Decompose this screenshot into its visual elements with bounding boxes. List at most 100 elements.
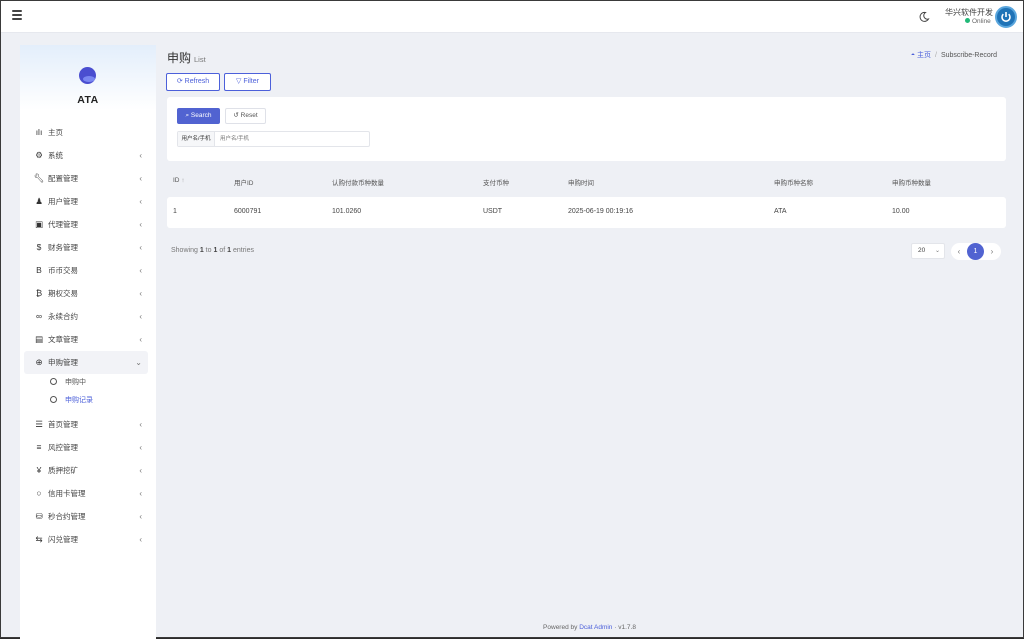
page-title: 申购 List — [167, 49, 206, 66]
sidebar-item-subscribe[interactable]: ⊕ 申购管理 ⌄ — [24, 351, 148, 374]
dollar-icon: $ — [36, 242, 42, 252]
user-name[interactable]: 华兴软件开发 — [945, 7, 993, 18]
sidebar-item-label: 申购管理 — [48, 358, 78, 367]
sidebar-item-label: 风控管理 — [48, 443, 78, 452]
pagination-from: 1 — [199, 247, 204, 254]
sidebar-item-options[interactable]: ₿ 期权交易 ‹ — [20, 282, 156, 305]
per-page-value: 20 — [918, 247, 926, 254]
link-icon: ∞ — [35, 311, 43, 321]
sidebar-item-perpetual[interactable]: ∞ 永续合约 ‹ — [20, 305, 156, 328]
pagination-of-word: of — [219, 247, 226, 254]
chevron-left-icon: ‹ — [139, 335, 142, 344]
align-icon: ≡ — [36, 442, 42, 452]
top-navbar: 华兴软件开发 Online — [1, 1, 1023, 33]
avatar[interactable] — [995, 6, 1017, 28]
cell-user-id: 6000791 — [234, 208, 262, 215]
sidebar-item-staking[interactable]: ¥ 质押挖矿 ‹ — [20, 459, 156, 482]
username-filter-input[interactable] — [220, 132, 360, 146]
pagination-to: 1 — [213, 247, 218, 254]
bolt-icon: ⇆ — [35, 534, 43, 544]
sidebar-item-config[interactable]: 🔧︎ 配置管理 ‹ — [20, 167, 156, 190]
sidebar-item-agents[interactable]: ▣ 代理管理 ‹ — [20, 213, 156, 236]
cell-pay-amount: 101.0260 — [332, 208, 362, 215]
refresh-label: Refresh — [184, 78, 210, 85]
list-icon: ☰ — [35, 419, 43, 429]
filter-icon: ▽ — [236, 78, 242, 85]
circle-icon — [50, 396, 57, 403]
footer-product-link[interactable]: Dcat Admin — [579, 624, 612, 631]
search-button[interactable]: ⌕ Search — [177, 108, 220, 124]
bitcoin-icon: ₿ — [35, 288, 43, 298]
sidebar-item-label: 闪兑管理 — [48, 535, 78, 544]
sidebar-subitem-label: 申购中 — [65, 379, 86, 386]
pagination-showing: Showing — [171, 247, 198, 254]
sidebar-item-spot-trade[interactable]: B 币币交易 ‹ — [20, 259, 156, 282]
column-header-pay-amount: 认购付款币种数量 — [332, 180, 384, 187]
prev-page-button[interactable]: ‹ — [951, 243, 967, 260]
dashboard-icon: ◓ — [910, 52, 916, 59]
chevron-left-icon: ‹ — [139, 243, 142, 252]
sidebar-item-label: 用户管理 — [48, 197, 78, 206]
sidebar-item-home[interactable]: ılı 主页 — [20, 121, 156, 144]
wrench-icon: 🔧︎ — [33, 173, 45, 183]
cell-time: 2025-06-19 00:19:16 — [568, 208, 633, 215]
sidebar-item-second-contract[interactable]: ⛁ 秒合约管理 ‹ — [20, 505, 156, 528]
chevron-left-icon: ‹ — [139, 197, 142, 206]
chevron-left-icon: ‹ — [139, 220, 142, 229]
sidebar: ATA ılı 主页 ⚙ 系统 ‹ 🔧︎ 配置管理 ‹ ♟ 用户管理 ‹ ▣ 代理管理 ‹ $ 财务… — [20, 45, 156, 639]
power-icon — [1001, 12, 1011, 22]
sidebar-item-label: 期权交易 — [48, 289, 78, 298]
sidebar-item-risk[interactable]: ≡ 风控管理 ‹ — [20, 436, 156, 459]
sidebar-item-articles[interactable]: ▤ 文章管理 ‹ — [20, 328, 156, 351]
table-row[interactable]: 1 6000791 101.0260 USDT 2025-06-19 00:19… — [167, 197, 1006, 228]
lifebuoy-icon: ⊕ — [35, 357, 43, 367]
sidebar-item-label: 首页管理 — [48, 420, 78, 429]
sidebar-subitem-subscribing[interactable]: 申购中 — [20, 374, 156, 392]
page-1-button[interactable]: 1 — [967, 243, 984, 260]
chevron-left-icon: ‹ — [139, 535, 142, 544]
sidebar-item-label: 文章管理 — [48, 335, 78, 344]
column-header-label: ID — [173, 177, 180, 184]
chevron-left-icon: ‹ — [139, 512, 142, 521]
users-icon: ♟ — [35, 196, 43, 206]
sidebar-menu: ılı 主页 ⚙ 系统 ‹ 🔧︎ 配置管理 ‹ ♟ 用户管理 ‹ ▣ 代理管理 ‹ $ 财务管理 ‹ … — [20, 121, 156, 551]
search-icon: ⌕ — [185, 112, 190, 119]
sidebar-item-credit-card[interactable]: ○ 信用卡管理 ‹ — [20, 482, 156, 505]
sidebar-item-label: 永续合约 — [48, 312, 78, 321]
bar-chart-icon: ılı — [35, 127, 43, 137]
cell-coin-amount: 10.00 — [892, 208, 910, 215]
moon-icon[interactable] — [918, 11, 930, 23]
chevron-left-icon: ‹ — [139, 466, 142, 475]
reset-button[interactable]: ↺ Reset — [225, 108, 266, 124]
breadcrumb-separator: / — [935, 52, 937, 59]
sort-icon[interactable]: ↑ — [181, 177, 184, 184]
filter-button[interactable]: ▽ Filter — [224, 73, 271, 91]
per-page-select[interactable]: 20 ⌄ — [911, 243, 945, 259]
chevron-down-icon: ⌄ — [135, 358, 142, 367]
yen-icon: ¥ — [36, 465, 42, 475]
sidebar-item-label: 代理管理 — [48, 220, 78, 229]
breadcrumb-current: Subscribe-Record — [940, 52, 997, 59]
page-subtitle: List — [194, 55, 206, 64]
coins-icon: ⛁ — [35, 511, 43, 521]
breadcrumb-home[interactable]: 主页 — [917, 52, 931, 59]
sidebar-item-finance[interactable]: $ 财务管理 ‹ — [20, 236, 156, 259]
undo-icon: ↺ — [233, 112, 239, 119]
sidebar-item-homepage[interactable]: ☰ 首页管理 ‹ — [20, 413, 156, 436]
refresh-button[interactable]: ⟳ Refresh — [166, 73, 220, 91]
next-page-button[interactable]: › — [984, 243, 1000, 260]
hamburger-icon[interactable] — [12, 10, 22, 20]
filter-label: Filter — [243, 78, 259, 85]
sidebar-item-flash-exchange[interactable]: ⇆ 闪兑管理 ‹ — [20, 528, 156, 551]
refresh-icon: ⟳ — [176, 78, 183, 85]
user-status-text: Online — [972, 18, 991, 25]
cell-id: 1 — [173, 208, 177, 215]
footer-version: v1.7.8 — [618, 624, 636, 631]
cell-coin-name: ATA — [774, 208, 787, 215]
sidebar-item-users[interactable]: ♟ 用户管理 ‹ — [20, 190, 156, 213]
sidebar-item-system[interactable]: ⚙ 系统 ‹ — [20, 144, 156, 167]
chevron-left-icon: ‹ — [139, 443, 142, 452]
column-header-id[interactable]: ID ↑ — [173, 177, 185, 184]
sidebar-item-label: 秒合约管理 — [48, 512, 86, 521]
sidebar-subitem-subscribe-record[interactable]: 申购记录 — [20, 392, 156, 410]
